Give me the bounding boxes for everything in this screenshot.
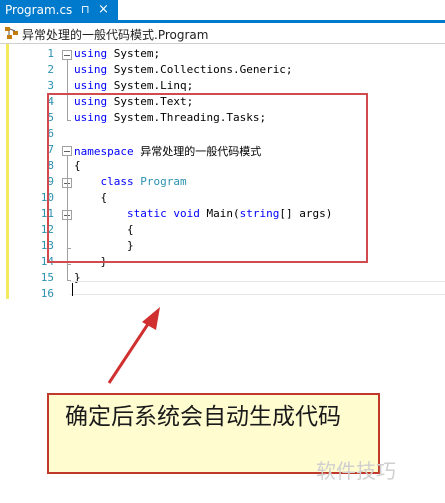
watermark-text: 软件技巧 <box>316 459 396 483</box>
